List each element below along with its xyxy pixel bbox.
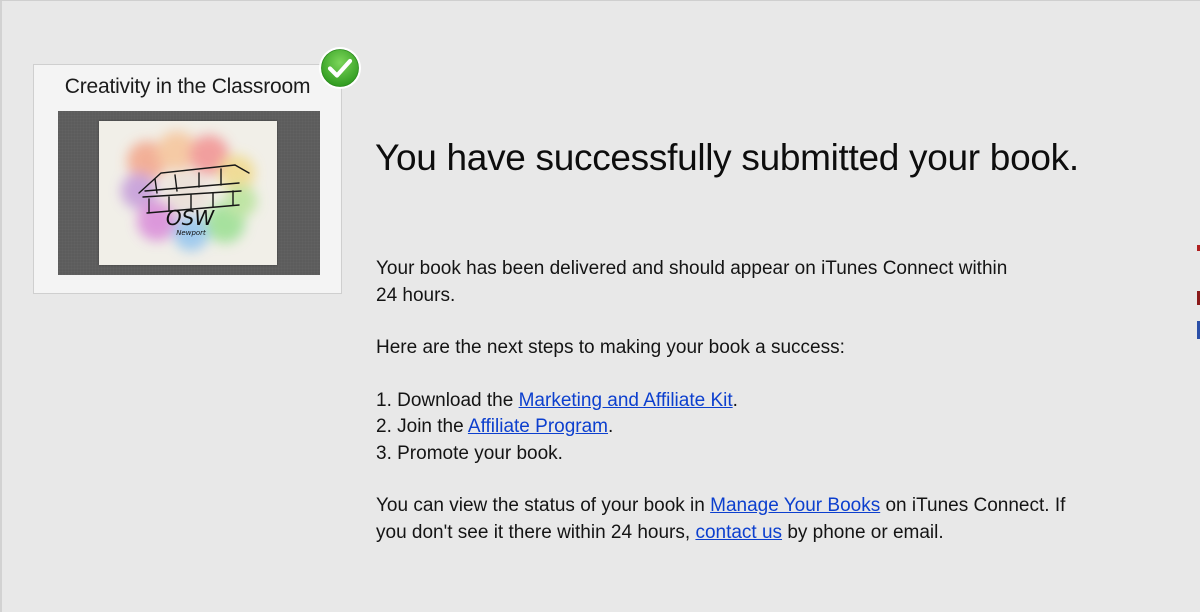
next-steps-list: 1. Download the Marketing and Affiliate … bbox=[376, 388, 1096, 468]
book-cover-frame: OSW Newport bbox=[58, 111, 320, 275]
step-1: 1. Download the Marketing and Affiliate … bbox=[376, 388, 1096, 415]
status-message: You can view the status of your book in … bbox=[376, 493, 1096, 546]
page-heading: You have successfully submitted your boo… bbox=[375, 137, 1079, 178]
status-line-2-prefix: you don't see it there within 24 hours, bbox=[376, 521, 696, 543]
window-edge bbox=[0, 1, 2, 612]
book-title: Creativity in the Classroom bbox=[64, 75, 311, 98]
delivery-line-1: Your book has been delivered and should … bbox=[376, 258, 1008, 279]
step-2-prefix: 2. Join the bbox=[376, 416, 468, 437]
next-steps-intro: Here are the next steps to making your b… bbox=[376, 337, 845, 358]
step-2-suffix: . bbox=[608, 416, 614, 437]
contact-us-link[interactable]: contact us bbox=[695, 522, 782, 543]
step-3: 3. Promote your book. bbox=[376, 441, 1096, 468]
marketing-kit-link[interactable]: Marketing and Affiliate Kit bbox=[519, 390, 733, 411]
status-line-2-suffix: by phone or email. bbox=[782, 521, 944, 543]
step-1-prefix: 1. Download the bbox=[376, 389, 519, 411]
book-preview-card: Creativity in the Classroom OSW Newport bbox=[33, 64, 342, 294]
delivery-message: Your book has been delivered and should … bbox=[376, 256, 1096, 309]
cover-logo-text: OSW bbox=[166, 206, 215, 230]
step-1-suffix: . bbox=[732, 389, 738, 411]
status-middle: on iTunes Connect. If bbox=[880, 495, 1066, 516]
confirmation-body: Your book has been delivered and should … bbox=[376, 256, 1096, 572]
cover-logo-subtext: Newport bbox=[176, 229, 206, 237]
step-2: 2. Join the Affiliate Program. bbox=[376, 414, 1096, 441]
status-prefix: You can view the status of your book in bbox=[376, 495, 711, 516]
manage-your-books-link[interactable]: Manage Your Books bbox=[710, 495, 880, 516]
delivery-line-2: 24 hours. bbox=[376, 284, 456, 306]
step-3-text: 3. Promote your book. bbox=[376, 442, 563, 464]
book-cover-image: OSW Newport bbox=[99, 121, 277, 265]
confirmation-page: Creativity in the Classroom OSW Newport … bbox=[0, 0, 1200, 612]
affiliate-program-link[interactable]: Affiliate Program bbox=[468, 416, 608, 437]
watercolor-logo-illustration: OSW Newport bbox=[121, 131, 257, 251]
checkmark-circle-icon bbox=[319, 47, 361, 89]
